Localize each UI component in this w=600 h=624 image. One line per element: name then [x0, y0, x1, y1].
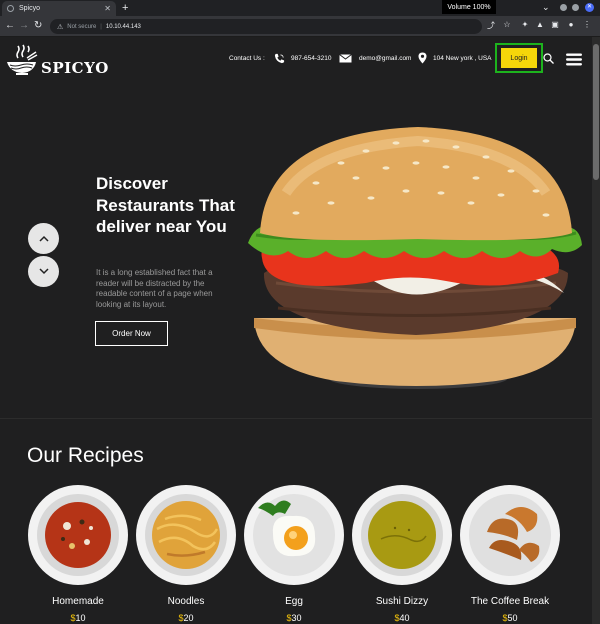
- chevron-down-icon[interactable]: ⌄: [542, 2, 550, 13]
- recipe-price: $40: [347, 613, 457, 623]
- close-tab-icon[interactable]: ✕: [104, 4, 111, 13]
- recipe-name[interactable]: Noodles: [131, 596, 241, 607]
- star-icon[interactable]: ☆: [502, 20, 512, 30]
- recipe-price-value: 20: [183, 613, 194, 623]
- flask-icon[interactable]: ▲: [535, 20, 545, 30]
- browser-tab-bar: Spicyo ✕ + Volume 100% ⌄ ✕: [0, 0, 600, 16]
- login-button-highlight[interactable]: Login: [495, 43, 543, 73]
- forward-icon[interactable]: →: [19, 20, 29, 31]
- recipe-price: $10: [23, 613, 133, 623]
- recipe-price-value: 50: [507, 613, 518, 623]
- recipe-name[interactable]: The Coffee Break: [455, 596, 565, 607]
- brand-name[interactable]: SPICYO: [41, 59, 109, 77]
- email-address[interactable]: demo@gmail.com: [359, 55, 411, 62]
- hamburger-menu-icon[interactable]: [566, 53, 582, 66]
- page-viewport: SPICYO Contact Us : 987-654-3210 demo@gm…: [0, 37, 592, 624]
- maximize-button[interactable]: [572, 4, 579, 11]
- share-icon[interactable]: ⤴: [486, 20, 496, 30]
- new-tab-button[interactable]: +: [122, 2, 128, 14]
- close-window-button[interactable]: ✕: [585, 3, 594, 12]
- search-icon[interactable]: [543, 53, 554, 64]
- login-button[interactable]: Login: [501, 48, 537, 68]
- tab-title: Spicyo: [19, 5, 41, 12]
- phone-number[interactable]: 987-654-3210: [291, 55, 331, 62]
- back-icon[interactable]: ←: [5, 20, 15, 31]
- security-label: Not secure: [67, 23, 97, 30]
- globe-icon: [7, 5, 14, 12]
- recipe-image-sushi-dizzy[interactable]: [351, 484, 453, 586]
- section-divider: [0, 418, 592, 419]
- order-now-button[interactable]: Order Now: [95, 321, 168, 346]
- recipe-name[interactable]: Sushi Dizzy: [347, 596, 457, 607]
- kebab-menu-icon[interactable]: ⋮: [582, 20, 592, 30]
- recipe-image-noodles[interactable]: [135, 484, 237, 586]
- browser-tab[interactable]: Spicyo ✕: [2, 1, 116, 16]
- slider-down-button[interactable]: [28, 256, 59, 287]
- extension-puzzle-icon[interactable]: ✦: [520, 20, 530, 30]
- recipe-price: $30: [239, 613, 349, 623]
- recipe-name[interactable]: Homemade: [23, 596, 133, 607]
- recipe-price-value: 10: [75, 613, 86, 623]
- recipe-price: $20: [131, 613, 241, 623]
- envelope-icon: [339, 54, 352, 63]
- recipe-price: $50: [455, 613, 565, 623]
- chevron-down-icon: [38, 268, 49, 275]
- minimize-button[interactable]: [560, 4, 567, 11]
- url-text: 10.10.44.143: [105, 23, 141, 30]
- hero-description: It is a long established fact that a rea…: [96, 268, 213, 309]
- contact-label: Contact Us :: [229, 55, 265, 62]
- sidepanel-icon[interactable]: ▣: [550, 20, 560, 30]
- noodle-bowl-logo-icon[interactable]: [5, 44, 39, 76]
- hero-title: Discover Restaurants That deliver near Y…: [96, 174, 235, 236]
- recipe-image-homemade[interactable]: [27, 484, 129, 586]
- profile-icon[interactable]: ●: [566, 20, 576, 30]
- address-text: 104 New york , USA: [433, 55, 492, 62]
- warning-icon: ⚠: [57, 23, 64, 31]
- recipe-image-egg[interactable]: [243, 484, 345, 586]
- reload-icon[interactable]: ↻: [34, 20, 42, 31]
- recipe-name[interactable]: Egg: [239, 596, 349, 607]
- recipe-price-value: 30: [291, 613, 302, 623]
- slider-up-button[interactable]: [28, 223, 59, 254]
- volume-indicator: Volume 100%: [442, 0, 496, 14]
- recipe-image-coffee-break[interactable]: [459, 484, 561, 586]
- scrollbar-thumb[interactable]: [593, 44, 599, 180]
- address-bar[interactable]: ⚠ Not secure | 10.10.44.143: [50, 19, 482, 34]
- phone-icon: [274, 53, 285, 64]
- address-separator: |: [100, 23, 102, 30]
- location-pin-icon: [418, 52, 427, 64]
- chevron-up-icon: [38, 235, 49, 242]
- recipes-section-title: Our Recipes: [27, 444, 144, 467]
- burger-image: [248, 127, 582, 389]
- recipe-price-value: 40: [399, 613, 410, 623]
